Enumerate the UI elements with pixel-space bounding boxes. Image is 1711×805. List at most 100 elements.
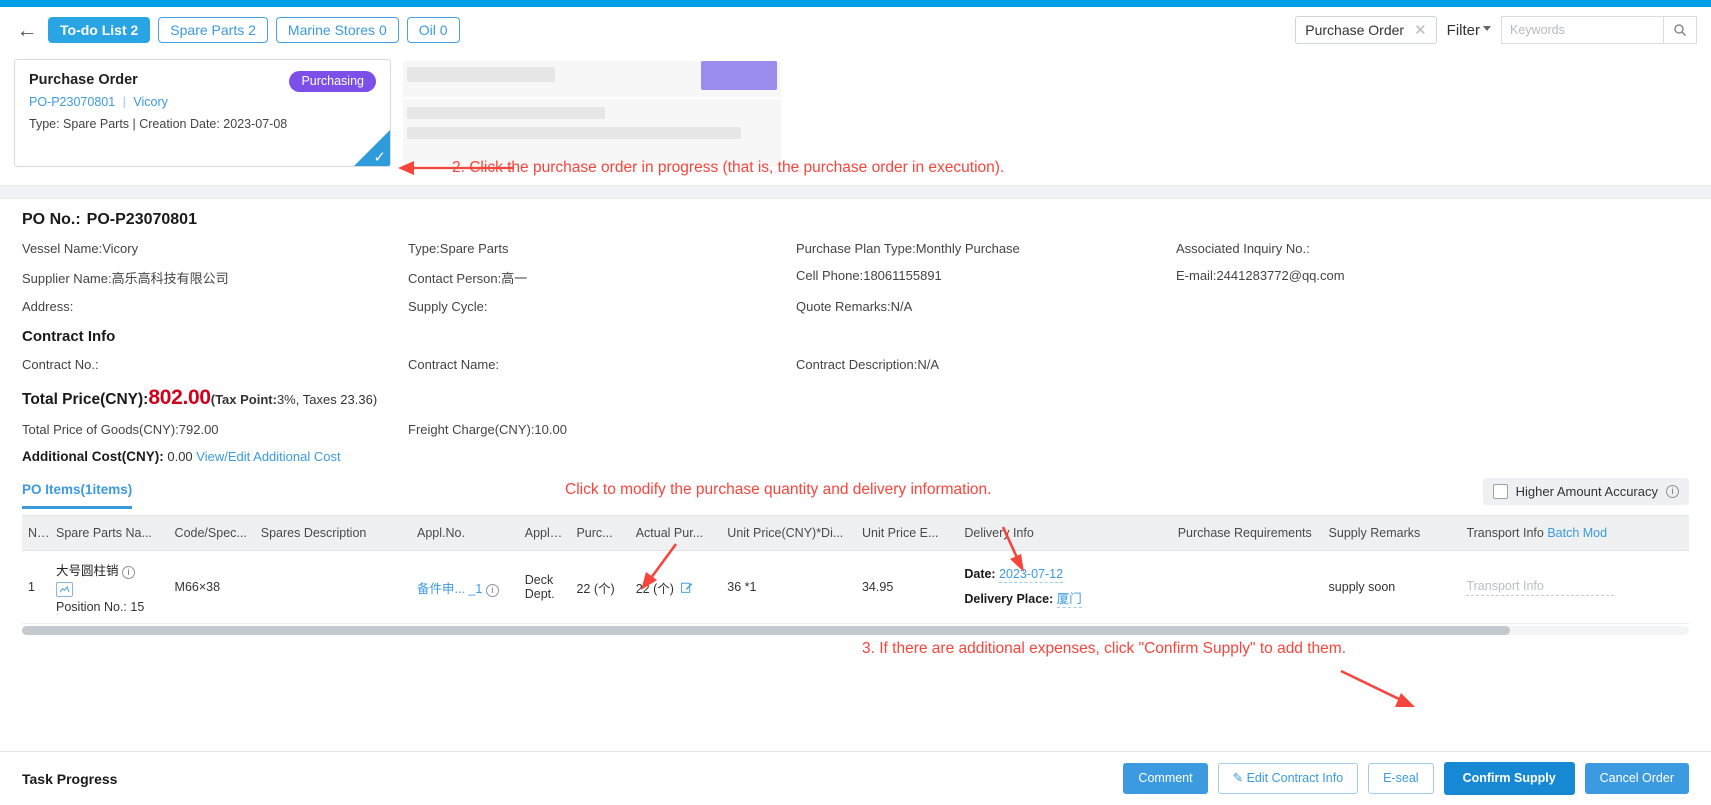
edit-contract-info-label: Edit Contract Info (1246, 771, 1344, 785)
delivery-place-line: Delivery Place: 厦门 (964, 588, 1165, 609)
tab-oil[interactable]: Oil 0 (406, 17, 460, 43)
card-meta: Type: Spare Parts | Creation Date: 2023-… (29, 117, 288, 131)
info-icon[interactable]: i (122, 566, 136, 580)
tab-todo-list[interactable]: To-do List 2 (48, 17, 151, 43)
field-blank (1176, 299, 1689, 314)
order-type-filter-chip[interactable]: Purchase Order ✕ (1295, 16, 1437, 44)
price-breakdown-row: Total Price of Goods(CNY):792.00 Freight… (22, 422, 1689, 437)
col-actual-purchase-qty[interactable]: Actual Pur... (629, 516, 722, 551)
field-contract-description: Contract Description:N/A (796, 357, 940, 372)
order-type-filter-label: Purchase Order (1305, 22, 1405, 38)
col-supply-remarks[interactable]: Supply Remarks (1322, 516, 1461, 551)
batch-modify-link[interactable]: Batch Mod (1547, 526, 1607, 540)
col-spare-parts-name[interactable]: Spare Parts Na... (50, 516, 169, 551)
higher-amount-accuracy-label: Higher Amount Accuracy (1515, 484, 1658, 499)
field-contract-no: Contract No.: (22, 357, 99, 372)
tab-spare-parts[interactable]: Spare Parts 2 (158, 17, 268, 43)
order-detail: PO No.: PO-P23070801 Vessel Name:Vicory T… (0, 199, 1711, 636)
info-icon[interactable]: i (485, 583, 499, 597)
cancel-order-button[interactable]: Cancel Order (1584, 763, 1689, 794)
col-appl-no[interactable]: Appl.No. (410, 516, 519, 551)
table-horizontal-scrollbar[interactable] (22, 626, 1689, 636)
cell-code-spec: M66×38 (168, 550, 255, 625)
cell-supply-remarks: supply soon (1322, 550, 1461, 625)
col-delivery-info[interactable]: Delivery Info (958, 516, 1172, 551)
field-address: Address: (22, 299, 74, 314)
field-quote-remarks: Quote Remarks:N/A (796, 299, 913, 314)
cell-purchase-qty: 22 (个) (570, 550, 630, 625)
additional-cost-value: 0.00 (167, 449, 193, 464)
cell-appl-dept: Deck Dept. (518, 550, 571, 625)
cell-unit-price-discount: 36 *1 (721, 550, 856, 625)
transport-info-input[interactable]: Transport Info (1466, 579, 1615, 596)
field-total-price-goods: Total Price of Goods(CNY):792.00 (22, 422, 219, 437)
cell-appl-no: 备件申... _1 i (410, 550, 519, 625)
footer-buttons: Comment ✎ Edit Contract Info E-seal Conf… (1123, 762, 1689, 795)
tax-prefix: (Tax Point: (210, 392, 277, 407)
position-no-line: Position No.: 15 (56, 600, 163, 614)
footer-action-bar: Task Progress Comment ✎ Edit Contract In… (0, 751, 1711, 805)
status-badge: Purchasing (289, 71, 376, 92)
col-purchase-requirements[interactable]: Purchase Requirements (1171, 516, 1323, 551)
filter-dropdown[interactable]: Filter (1447, 22, 1491, 39)
actual-purchase-qty-value: 22 (个) (635, 581, 674, 596)
confirm-supply-button[interactable]: Confirm Supply (1443, 762, 1575, 795)
card-po-no[interactable]: PO-P23070801 (29, 95, 115, 109)
col-transport-info[interactable]: Transport Info Batch Mod (1460, 516, 1689, 551)
edit-icon[interactable] (681, 582, 693, 596)
order-info-grid: Vessel Name:Vicory Type:Spare Parts Purc… (22, 241, 1689, 314)
search-input[interactable] (1501, 16, 1663, 44)
table-scrollbar-thumb[interactable] (22, 626, 1510, 636)
todo-tabs: To-do List 2 Spare Parts 2 Marine Stores… (48, 17, 460, 43)
appl-no-link[interactable]: 备件申... _1 (417, 582, 482, 596)
tab-marine-stores[interactable]: Marine Stores 0 (275, 17, 399, 43)
comment-button[interactable]: Comment (1123, 763, 1208, 794)
cell-spare-parts-name: 大号圆柱销 i Position No.: 15 (50, 550, 169, 625)
col-code-spec[interactable]: Code/Spec... (168, 516, 255, 551)
placeholder-card (403, 59, 781, 167)
field-supply-cycle: Supply Cycle: (408, 299, 488, 314)
section-divider (0, 185, 1711, 199)
col-no[interactable]: N... (22, 516, 51, 551)
higher-amount-accuracy-control[interactable]: Higher Amount Accuracy i (1482, 478, 1689, 505)
col-purchase-qty[interactable]: Purc... (570, 516, 630, 551)
card-separator: | (122, 95, 126, 109)
close-icon[interactable]: ✕ (1414, 23, 1427, 38)
cell-no: 1 (22, 550, 51, 625)
higher-amount-accuracy-checkbox[interactable] (1492, 484, 1508, 499)
task-progress-label[interactable]: Task Progress (22, 771, 117, 787)
order-card-strip: Purchase Order Purchasing PO-P23070801 |… (0, 53, 1711, 185)
cell-unit-price-excl: 34.95 (855, 550, 959, 625)
card-vessel[interactable]: Vicory (133, 95, 168, 109)
delivery-date-value[interactable]: 2023-07-12 (999, 567, 1064, 584)
table-row[interactable]: 1 大号圆柱销 i Position No.: 15 M66×38 备件申...… (22, 550, 1689, 625)
contract-info-grid: Contract No.: Contract Name: Contract De… (22, 357, 1689, 372)
delivery-place-value[interactable]: 厦门 (1056, 592, 1082, 609)
field-contact-person: Contact Person:高一 (408, 271, 528, 286)
back-arrow-icon[interactable]: ← (14, 17, 40, 43)
spare-name-line: 大号圆柱销 i (56, 560, 163, 580)
check-icon: ✓ (373, 149, 386, 166)
edit-contract-info-button[interactable]: ✎ Edit Contract Info (1217, 763, 1359, 794)
tab-po-items[interactable]: PO Items(1items) (22, 482, 133, 509)
col-spares-description[interactable]: Spares Description (254, 516, 411, 551)
e-seal-button[interactable]: E-seal (1368, 763, 1434, 794)
purchase-order-card[interactable]: Purchase Order Purchasing PO-P23070801 |… (14, 59, 391, 167)
additional-cost-label: Additional Cost(CNY): (22, 449, 164, 464)
cell-purchase-requirements (1171, 550, 1323, 625)
additional-cost-row: Additional Cost(CNY): 0.00 View/Edit Add… (22, 449, 1689, 464)
field-cell-phone: Cell Phone:18061155891 (796, 268, 942, 283)
view-edit-additional-cost-link[interactable]: View/Edit Additional Cost (196, 449, 340, 464)
info-icon[interactable]: i (1666, 485, 1679, 498)
image-icon[interactable] (56, 582, 74, 598)
col-appl-dept[interactable]: Appl. ... (518, 516, 571, 551)
col-unit-price-discount[interactable]: Unit Price(CNY)*Di... (721, 516, 856, 551)
field-purchase-plan-type: Purchase Plan Type:Monthly Purchase (796, 241, 1020, 256)
cell-spares-description (254, 550, 411, 625)
col-unit-price-excl[interactable]: Unit Price E... (855, 516, 959, 551)
top-brand-strip (0, 0, 1711, 7)
tax-point-value: 3% (276, 392, 296, 407)
search-icon[interactable] (1663, 16, 1697, 44)
po-no-label: PO No.: (22, 211, 81, 228)
po-no-value: PO-P23070801 (86, 211, 197, 228)
